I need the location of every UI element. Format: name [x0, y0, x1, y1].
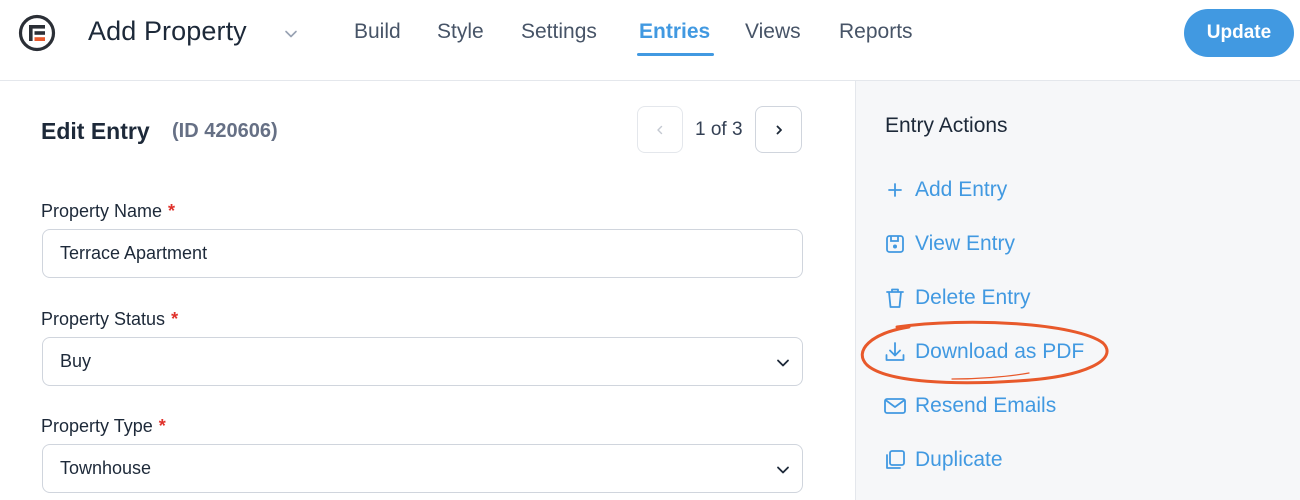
edit-entry-panel: Edit Entry (ID 420606) 1 of 3 Property N…: [0, 81, 855, 500]
add-entry-label: Add Entry: [915, 178, 1008, 201]
tab-settings[interactable]: Settings: [521, 20, 597, 44]
view-entry-label: View Entry: [915, 232, 1015, 255]
next-entry-button[interactable]: [755, 106, 802, 153]
top-bar: Add Property Build Style Settings Entrie…: [0, 0, 1300, 81]
add-entry-action[interactable]: Add Entry: [883, 175, 1007, 205]
required-marker: *: [168, 201, 176, 221]
property-type-select[interactable]: Townhouse: [42, 444, 803, 493]
property-name-value: Terrace Apartment: [60, 243, 208, 263]
pager-count: 1 of 3: [695, 119, 743, 140]
property-name-input[interactable]: Terrace Apartment: [42, 229, 803, 278]
view-entry-action[interactable]: View Entry: [883, 229, 1015, 259]
resend-emails-action[interactable]: Resend Emails: [883, 391, 1056, 421]
required-marker: *: [171, 309, 179, 329]
entry-actions-sidebar: Entry Actions Add Entry View Entry Delet…: [855, 81, 1300, 500]
duplicate-action[interactable]: Duplicate: [883, 445, 1003, 475]
save-icon: [883, 232, 907, 256]
tab-style[interactable]: Style: [437, 20, 484, 44]
chevron-down-icon[interactable]: [283, 26, 299, 42]
download-pdf-action[interactable]: Download as PDF: [883, 337, 1084, 367]
property-type-value: Townhouse: [60, 458, 152, 478]
page-title: Edit Entry: [41, 118, 150, 144]
property-status-select[interactable]: Buy: [42, 337, 803, 386]
tab-build[interactable]: Build: [354, 20, 401, 44]
trash-icon: [883, 286, 907, 310]
resend-emails-label: Resend Emails: [915, 394, 1057, 417]
required-marker: *: [158, 416, 166, 436]
download-pdf-label: Download as PDF: [915, 340, 1085, 363]
sidebar-title: Entry Actions: [885, 114, 1008, 137]
envelope-icon: [883, 394, 907, 418]
tab-entries[interactable]: Entries: [639, 20, 710, 44]
chevron-down-icon: [777, 359, 789, 367]
tab-reports[interactable]: Reports: [839, 20, 913, 44]
property-name-label: Property Name *: [41, 201, 175, 222]
property-status-label-text: Property Status: [41, 309, 166, 329]
formidable-logo-icon[interactable]: [18, 14, 56, 52]
entry-id: (ID 420606): [172, 120, 278, 142]
chevron-left-icon: [657, 125, 663, 134]
chevron-right-icon: [776, 125, 782, 134]
delete-entry-label: Delete Entry: [915, 286, 1031, 309]
chevron-down-icon: [777, 466, 789, 474]
active-tab-underline: [637, 53, 714, 56]
duplicate-icon: [883, 448, 907, 472]
property-type-label-text: Property Type: [41, 416, 153, 436]
property-status-value: Buy: [60, 351, 92, 371]
delete-entry-action[interactable]: Delete Entry: [883, 283, 1031, 313]
previous-entry-button[interactable]: [637, 106, 683, 153]
update-button[interactable]: Update: [1184, 9, 1294, 57]
download-icon: [883, 340, 907, 364]
tab-views[interactable]: Views: [745, 20, 801, 44]
property-status-label: Property Status *: [41, 309, 178, 330]
property-type-label: Property Type *: [41, 416, 166, 437]
property-name-label-text: Property Name: [41, 201, 163, 221]
plus-icon: [883, 178, 907, 202]
form-title[interactable]: Add Property: [88, 16, 247, 47]
duplicate-label: Duplicate: [915, 448, 1003, 471]
